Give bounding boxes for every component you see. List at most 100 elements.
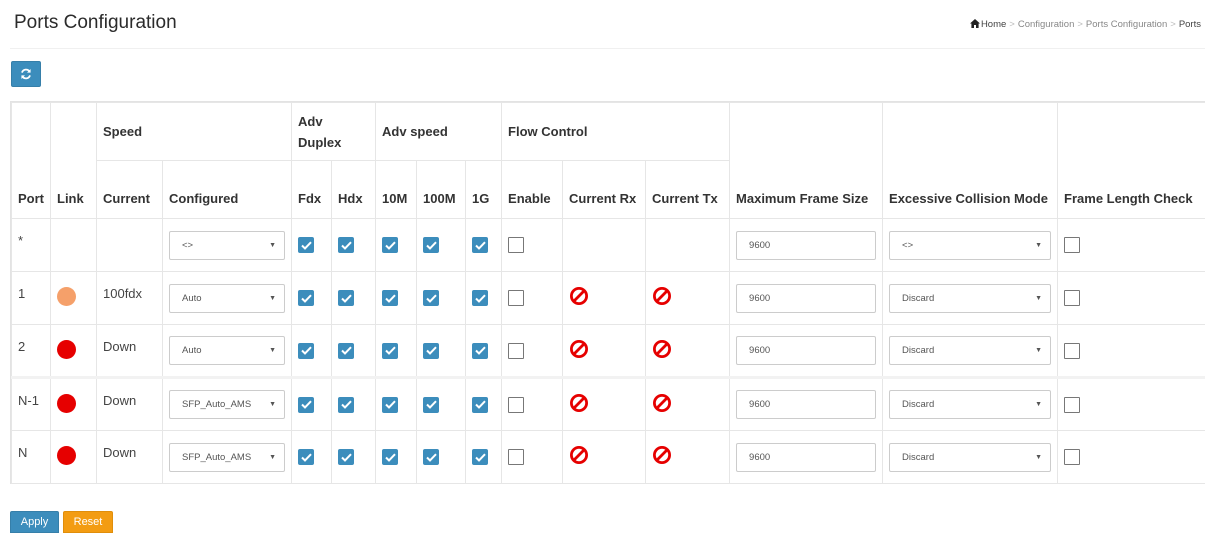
10m-checkbox[interactable] [382, 342, 399, 359]
breadcrumb-ports-configuration[interactable]: Ports Configuration [1086, 19, 1167, 30]
hdx-cell [331, 218, 377, 272]
fdx-checkbox[interactable] [298, 396, 315, 413]
hdx-checkbox[interactable] [338, 290, 355, 307]
no-entry-icon [569, 287, 589, 309]
hdx-cell [331, 376, 377, 431]
ports-table-panel: Port Link Speed Adv Duplex Adv speed Flo… [10, 101, 1205, 484]
frame-length-check-checkbox[interactable] [1064, 342, 1081, 359]
frame-length-cell [1057, 218, 1205, 272]
no-entry-icon [652, 394, 672, 416]
10m-checkbox[interactable] [382, 237, 399, 254]
100m-checkbox[interactable] [423, 237, 440, 254]
10m-checkbox[interactable] [382, 449, 399, 466]
hdx-checkbox[interactable] [338, 449, 355, 466]
flow-control-enable-checkbox[interactable] [508, 290, 525, 307]
configured-speed-select[interactable]: Auto ▼ [169, 283, 286, 313]
1g-checkbox[interactable] [472, 396, 489, 413]
breadcrumb-separator: > [1077, 19, 1083, 30]
10m-checkbox[interactable] [382, 290, 399, 307]
100m-checkbox[interactable] [423, 290, 440, 307]
home-icon [969, 19, 980, 28]
max-frame-size-input[interactable]: 9600 [736, 390, 877, 419]
flow-enable-cell [501, 324, 564, 378]
1g-checkbox[interactable] [472, 449, 489, 466]
max-frame-size-input[interactable]: 9600 [736, 230, 877, 260]
10m-checkbox[interactable] [382, 396, 399, 413]
configured-cell: Auto ▼ [161, 271, 293, 325]
col-adv-duplex: Adv Duplex [291, 102, 377, 161]
col-link: Link [50, 102, 97, 219]
frame-length-cell [1057, 376, 1205, 431]
fdx-checkbox[interactable] [298, 449, 315, 466]
excessive-collision-select[interactable]: <> ▼ [889, 230, 1052, 260]
excessive-collision-select[interactable]: Discard ▼ [889, 336, 1052, 365]
frame-length-check-checkbox[interactable] [1064, 237, 1081, 254]
breadcrumb-current: Ports [1178, 19, 1201, 30]
hdx-checkbox[interactable] [338, 237, 355, 254]
fdx-cell [291, 324, 333, 378]
100m-checkbox[interactable] [423, 396, 440, 413]
refresh-icon [21, 68, 31, 80]
current-tx-cell [645, 218, 731, 272]
configured-speed-select[interactable]: Auto ▼ [169, 336, 286, 365]
port-cell: 2 [11, 324, 51, 378]
frame-length-check-checkbox[interactable] [1064, 449, 1081, 466]
flow-control-enable-checkbox[interactable] [508, 449, 525, 466]
flow-control-enable-checkbox[interactable] [508, 237, 525, 254]
link-status-icon [57, 287, 76, 306]
hdx-checkbox[interactable] [338, 342, 355, 359]
1g-checkbox[interactable] [472, 342, 489, 359]
flow-control-enable-checkbox[interactable] [508, 396, 525, 413]
max-frame-cell: 9600 [729, 324, 884, 378]
port-number: 1 [18, 286, 26, 301]
col-speed: Speed [95, 102, 293, 161]
link-status-icon [57, 393, 76, 413]
refresh-button[interactable] [11, 61, 41, 87]
frame-length-check-checkbox[interactable] [1064, 290, 1081, 307]
page-title: Ports Configuration [14, 12, 177, 33]
100m-checkbox[interactable] [423, 449, 440, 466]
excessive-collision-value: <> [902, 239, 914, 251]
frame-length-cell [1057, 324, 1205, 378]
fdx-checkbox[interactable] [298, 290, 315, 307]
fdx-cell [291, 218, 333, 272]
flow-control-enable-checkbox[interactable] [508, 342, 525, 359]
current-speed-cell: Down [96, 430, 163, 484]
max-frame-size-input[interactable]: 9600 [736, 283, 877, 313]
1g-cell [465, 271, 503, 325]
col-configured: Configured [161, 160, 293, 219]
1g-checkbox[interactable] [472, 237, 489, 254]
home-link[interactable]: Home [969, 19, 1007, 30]
max-frame-size-input[interactable]: 9600 [736, 336, 877, 365]
breadcrumb-home-label: Home [980, 19, 1007, 30]
breadcrumb-separator: > [1170, 19, 1176, 30]
frame-length-check-checkbox[interactable] [1064, 396, 1081, 413]
100m-checkbox[interactable] [423, 342, 440, 359]
1g-cell [465, 218, 503, 272]
flow-enable-cell [501, 376, 564, 431]
1g-checkbox[interactable] [472, 290, 489, 307]
col-excessive-collision: Excessive Collision Mode [882, 102, 1059, 219]
reset-button[interactable]: Reset [63, 511, 113, 533]
apply-button[interactable]: Apply [10, 511, 59, 533]
hdx-cell [331, 430, 377, 484]
excessive-collision-select[interactable]: Discard ▼ [889, 390, 1052, 419]
excessive-collision-select[interactable]: Discard ▼ [889, 283, 1052, 313]
chevron-down-icon: ▼ [1035, 241, 1043, 249]
max-frame-size-input[interactable]: 9600 [736, 442, 877, 472]
configured-speed-select[interactable]: <> ▼ [169, 230, 286, 260]
chevron-down-icon: ▼ [269, 347, 277, 354]
configured-speed-select[interactable]: SFP_Auto_AMS ▼ [169, 390, 286, 419]
configured-speed-select[interactable]: SFP_Auto_AMS ▼ [169, 442, 286, 472]
fdx-checkbox[interactable] [298, 342, 315, 359]
col-10m: 10M [375, 160, 418, 219]
current-tx-cell [645, 430, 731, 484]
100m-cell [416, 376, 467, 431]
col-max-frame: Maximum Frame Size [729, 102, 884, 219]
excessive-collision-select[interactable]: Discard ▼ [889, 442, 1052, 472]
col-flow-control: Flow Control [501, 102, 731, 161]
no-entry-icon [652, 340, 672, 362]
fdx-checkbox[interactable] [298, 237, 315, 254]
breadcrumb-configuration[interactable]: Configuration [1018, 19, 1075, 30]
hdx-checkbox[interactable] [338, 396, 355, 413]
